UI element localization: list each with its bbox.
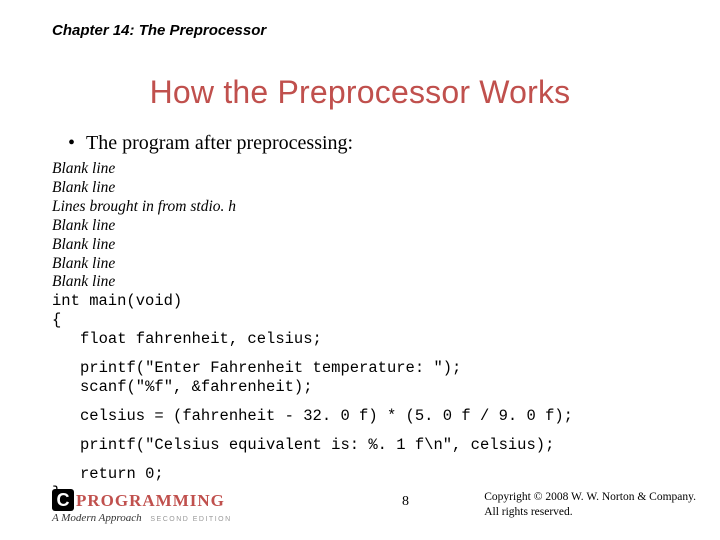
blank-gap (52, 349, 688, 359)
copyright-line: Copyright © 2008 W. W. Norton & Company. (484, 490, 696, 505)
copyright-line: All rights reserved. (484, 505, 696, 520)
code-block: Blank line Blank line Lines brought in f… (52, 160, 688, 503)
book-logo: C PROGRAMMING A Modern Approach SECOND E… (52, 489, 262, 524)
code-line: Blank line (52, 255, 688, 274)
logo-sub-text: A Modern Approach (52, 512, 142, 524)
blank-gap (52, 397, 688, 407)
logo-subtitle: A Modern Approach SECOND EDITION (52, 512, 262, 524)
code-line: int main(void) (52, 292, 688, 311)
code-line: scanf("%f", &fahrenheit); (52, 378, 688, 397)
code-line: float fahrenheit, celsius; (52, 330, 688, 349)
logo-c-icon: C (52, 489, 74, 511)
code-line: printf("Celsius equivalent is: %. 1 f\n"… (52, 436, 688, 455)
copyright: Copyright © 2008 W. W. Norton & Company.… (484, 490, 696, 520)
slide: Chapter 14: The Preprocessor How the Pre… (0, 0, 720, 540)
code-line: { (52, 311, 688, 330)
chapter-label: Chapter 14: The Preprocessor (52, 22, 266, 39)
bullet-item: •The program after preprocessing: (68, 132, 353, 155)
code-line: celsius = (fahrenheit - 32. 0 f) * (5. 0… (52, 407, 688, 426)
logo-edition: SECOND EDITION (150, 516, 231, 523)
code-line: Blank line (52, 236, 688, 255)
code-line: Blank line (52, 273, 688, 292)
code-line: Blank line (52, 179, 688, 198)
logo-top: C PROGRAMMING (52, 489, 262, 511)
footer: C PROGRAMMING A Modern Approach SECOND E… (52, 480, 696, 524)
code-line: Blank line (52, 160, 688, 179)
logo-programming: PROGRAMMING (76, 491, 225, 511)
bullet-text: The program after preprocessing: (86, 132, 353, 154)
code-line: Blank line (52, 217, 688, 236)
blank-gap (52, 455, 688, 465)
bullet-dot: • (68, 132, 86, 155)
code-line: Lines brought in from stdio. h (52, 198, 688, 217)
code-line: printf("Enter Fahrenheit temperature: ")… (52, 359, 688, 378)
page-number: 8 (402, 494, 409, 510)
slide-title: How the Preprocessor Works (0, 74, 720, 111)
blank-gap (52, 426, 688, 436)
